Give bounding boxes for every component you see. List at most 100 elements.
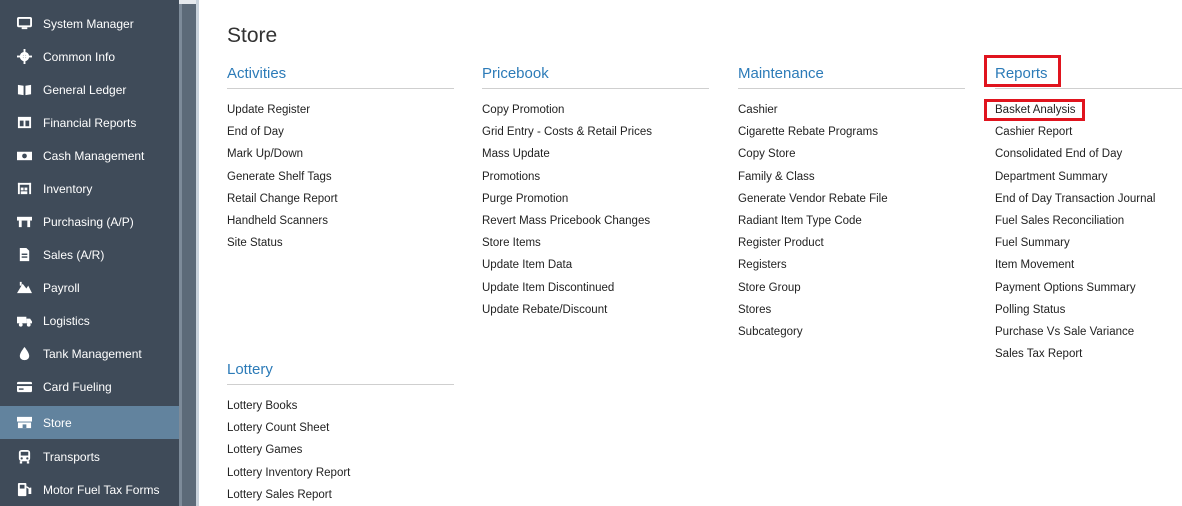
sidebar-item-label: General Ledger: [43, 82, 127, 97]
sidebar-scrollbar-thumb[interactable]: [179, 4, 196, 506]
sidebar-item-payroll[interactable]: Payroll: [0, 271, 179, 304]
activities-links: Update Register End of Day Mark Up/Down …: [227, 99, 338, 254]
sidebar-item-label: Logistics: [43, 313, 90, 328]
sidebar-item-label: Sales (A/R): [43, 247, 105, 262]
link-fuel-sales-reconciliation[interactable]: Fuel Sales Reconciliation: [995, 210, 1155, 232]
page-title: Store: [227, 24, 278, 47]
sidebar-item-sales[interactable]: Sales (A/R): [0, 238, 179, 271]
link-polling-status[interactable]: Polling Status: [995, 299, 1155, 321]
link-end-of-day[interactable]: End of Day: [227, 121, 338, 143]
card-icon: [16, 379, 32, 395]
link-lottery-inventory-report[interactable]: Lottery Inventory Report: [227, 462, 350, 484]
link-subcategory[interactable]: Subcategory: [738, 321, 888, 343]
link-mark-up-down[interactable]: Mark Up/Down: [227, 143, 338, 165]
store-icon: [16, 415, 32, 431]
maintenance-rule: [738, 88, 965, 89]
sidebar-item-label: Card Fueling: [43, 379, 112, 394]
sidebar-item-cash-management[interactable]: Cash Management: [0, 139, 179, 172]
counter-icon: [16, 214, 32, 230]
link-handheld-scanners[interactable]: Handheld Scanners: [227, 210, 338, 232]
lottery-links: Lottery Books Lottery Count Sheet Lotter…: [227, 395, 350, 506]
maintenance-links: Cashier Cigarette Rebate Programs Copy S…: [738, 99, 888, 343]
pricebook-rule: [482, 88, 709, 89]
link-cigarette-rebate-programs[interactable]: Cigarette Rebate Programs: [738, 121, 888, 143]
link-purge-promotion[interactable]: Purge Promotion: [482, 188, 652, 210]
link-fuel-summary[interactable]: Fuel Summary: [995, 232, 1155, 254]
sidebar-item-tank-management[interactable]: Tank Management: [0, 337, 179, 370]
sidebar-item-label: Financial Reports: [43, 115, 137, 130]
link-lottery-count-sheet[interactable]: Lottery Count Sheet: [227, 417, 350, 439]
book-icon: [16, 82, 32, 98]
link-update-item-discontinued[interactable]: Update Item Discontinued: [482, 277, 652, 299]
sidebar-item-transports[interactable]: Transports: [0, 440, 179, 473]
link-consolidated-end-of-day[interactable]: Consolidated End of Day: [995, 143, 1155, 165]
link-lottery-books[interactable]: Lottery Books: [227, 395, 350, 417]
link-sales-tax-report[interactable]: Sales Tax Report: [995, 343, 1155, 365]
sidebar-item-label: Cash Management: [43, 148, 145, 163]
link-promotions[interactable]: Promotions: [482, 166, 652, 188]
sidebar-item-store[interactable]: Store: [0, 406, 179, 439]
link-registers[interactable]: Registers: [738, 254, 888, 276]
sidebar-item-label: Common Info: [43, 49, 116, 64]
basket-analysis-highlight-box: [984, 99, 1085, 121]
activities-rule: [227, 88, 454, 89]
warehouse-icon: [16, 181, 32, 197]
link-cashier[interactable]: Cashier: [738, 99, 888, 121]
link-register-product[interactable]: Register Product: [738, 232, 888, 254]
link-department-summary[interactable]: Department Summary: [995, 166, 1155, 188]
sidebar-item-purchasing[interactable]: Purchasing (A/P): [0, 205, 179, 238]
reports-highlight-box: [984, 55, 1061, 87]
link-stores[interactable]: Stores: [738, 299, 888, 321]
sidebar-item-label: Payroll: [43, 280, 80, 295]
link-copy-promotion[interactable]: Copy Promotion: [482, 99, 652, 121]
sidebar-item-common-info[interactable]: Common Info: [0, 40, 179, 73]
sidebar-item-label: Motor Fuel Tax Forms: [43, 482, 160, 497]
link-purchase-vs-sale-variance[interactable]: Purchase Vs Sale Variance: [995, 321, 1155, 343]
gear-icon: [16, 49, 32, 65]
sidebar-item-label: Transports: [43, 449, 100, 464]
link-end-of-day-transaction-journal[interactable]: End of Day Transaction Journal: [995, 188, 1155, 210]
link-item-movement[interactable]: Item Movement: [995, 254, 1155, 276]
link-revert-mass-pricebook-changes[interactable]: Revert Mass Pricebook Changes: [482, 210, 652, 232]
sidebar-item-general-ledger[interactable]: General Ledger: [0, 73, 179, 106]
bus-icon: [16, 449, 32, 465]
sidebar-item-logistics[interactable]: Logistics: [0, 304, 179, 337]
truck-icon: [16, 313, 32, 329]
sidebar-item-label: System Manager: [43, 16, 134, 31]
link-generate-shelf-tags[interactable]: Generate Shelf Tags: [227, 166, 338, 188]
pricebook-links: Copy Promotion Grid Entry - Costs & Reta…: [482, 99, 652, 321]
payroll-icon: [16, 280, 32, 296]
link-payment-options-summary[interactable]: Payment Options Summary: [995, 277, 1155, 299]
link-mass-update[interactable]: Mass Update: [482, 143, 652, 165]
panel-divider: [196, 0, 199, 506]
sidebar-item-motor-fuel-tax-forms[interactable]: Motor Fuel Tax Forms: [0, 473, 179, 506]
sidebar-item-label: Store: [43, 415, 72, 430]
link-store-items[interactable]: Store Items: [482, 232, 652, 254]
activities-heading: Activities: [227, 65, 287, 82]
reports-rule: [995, 88, 1182, 89]
link-store-group[interactable]: Store Group: [738, 277, 888, 299]
lottery-rule: [227, 384, 454, 385]
cash-icon: [16, 148, 32, 164]
monitor-icon: [16, 16, 32, 32]
lottery-heading: Lottery: [227, 361, 273, 378]
link-update-register[interactable]: Update Register: [227, 99, 338, 121]
link-update-item-data[interactable]: Update Item Data: [482, 254, 652, 276]
sidebar-item-label: Tank Management: [43, 346, 142, 361]
link-site-status[interactable]: Site Status: [227, 232, 338, 254]
sidebar-item-financial-reports[interactable]: Financial Reports: [0, 106, 179, 139]
sidebar-item-label: Inventory: [43, 181, 93, 196]
link-retail-change-report[interactable]: Retail Change Report: [227, 188, 338, 210]
sidebar-item-inventory[interactable]: Inventory: [0, 172, 179, 205]
link-cashier-report[interactable]: Cashier Report: [995, 121, 1155, 143]
link-generate-vendor-rebate-file[interactable]: Generate Vendor Rebate File: [738, 188, 888, 210]
sidebar-item-card-fueling[interactable]: Card Fueling: [0, 370, 179, 403]
link-radiant-item-type-code[interactable]: Radiant Item Type Code: [738, 210, 888, 232]
link-copy-store[interactable]: Copy Store: [738, 143, 888, 165]
link-update-rebate-discount[interactable]: Update Rebate/Discount: [482, 299, 652, 321]
sidebar-item-system-manager[interactable]: System Manager: [0, 7, 179, 40]
link-lottery-games[interactable]: Lottery Games: [227, 439, 350, 461]
link-family-class[interactable]: Family & Class: [738, 166, 888, 188]
link-lottery-sales-report[interactable]: Lottery Sales Report: [227, 484, 350, 506]
link-grid-entry[interactable]: Grid Entry - Costs & Retail Prices: [482, 121, 652, 143]
